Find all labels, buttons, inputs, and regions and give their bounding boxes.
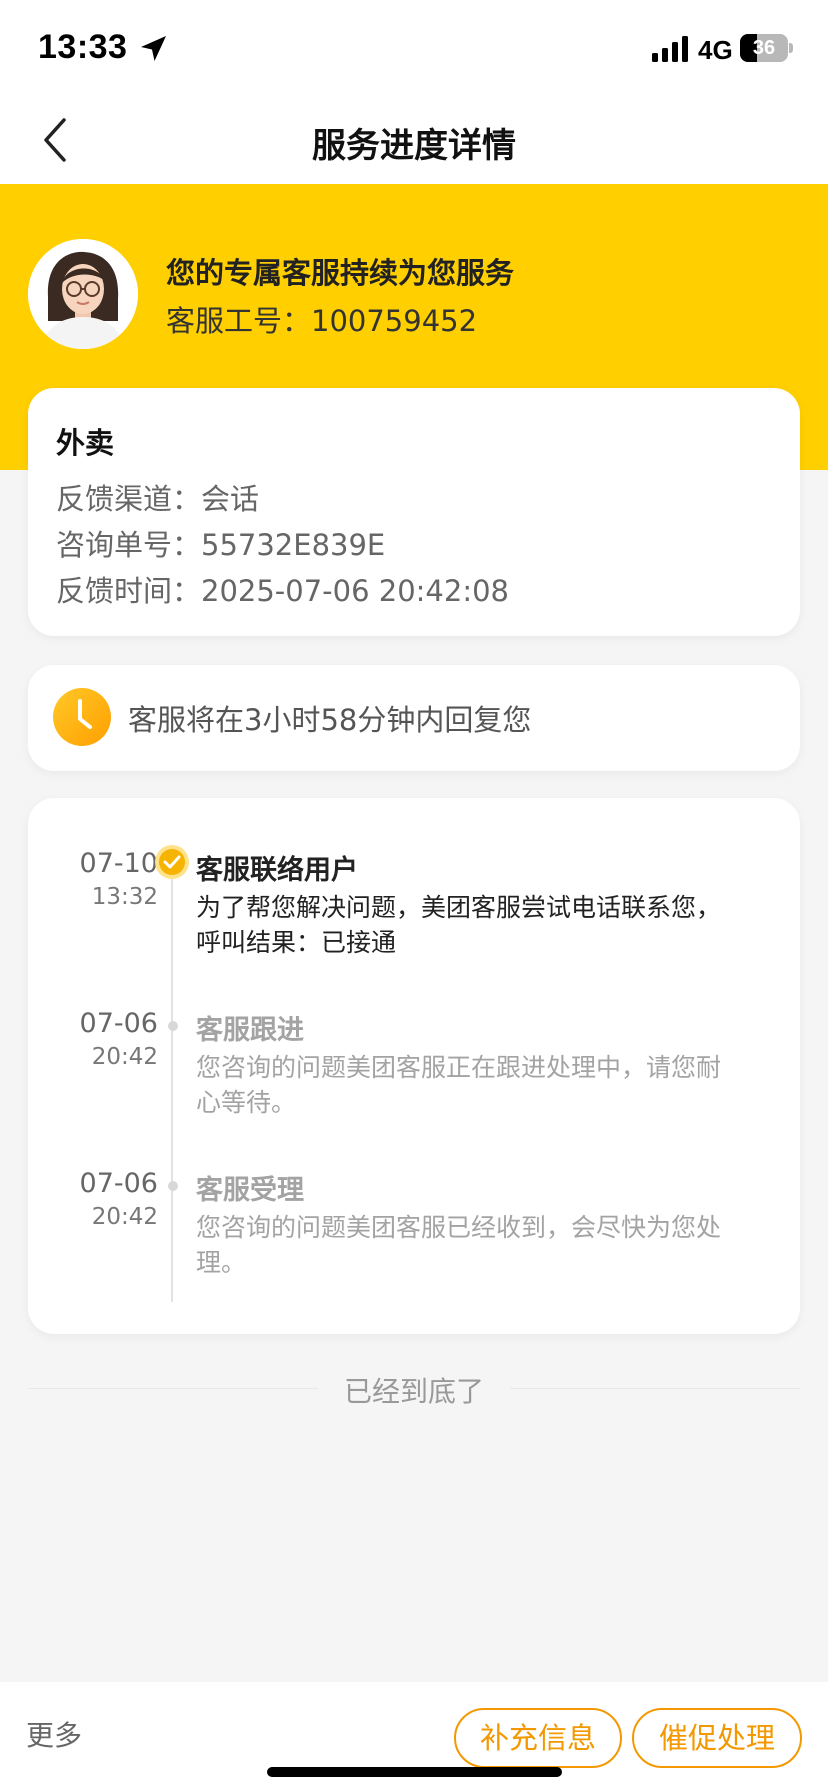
page-title: 服务进度详情	[312, 126, 516, 166]
timeline-time: 20:42	[91, 1204, 158, 1230]
nav-bar: 服务进度详情	[0, 96, 828, 184]
feedback-time-row: 反馈时间：2025-07-06 20:42:08	[56, 574, 509, 608]
home-indicator	[267, 1767, 562, 1777]
timeline-time: 20:42	[91, 1044, 158, 1070]
agent-title: 您的专属客服持续为您服务	[166, 256, 515, 290]
timeline-description: 您咨询的问题美团客服已经收到，会尽快为您处 理。	[196, 1213, 722, 1277]
progress-timeline-card: 07-10 13:32 客服联络用户 为了帮您解决问题，美团客服尝试电话联系您，…	[28, 798, 800, 1334]
timeline-date: 07-06	[79, 1168, 158, 1199]
timeline-dot	[168, 1181, 178, 1191]
timeline-line	[171, 878, 173, 1302]
feedback-channel-row: 反馈渠道：会话	[56, 482, 260, 516]
check-circle-icon	[155, 845, 189, 879]
timeline-date: 07-10	[79, 848, 158, 879]
battery-icon: 36	[740, 34, 793, 62]
status-time: 13:33	[38, 28, 128, 66]
status-bar: 13:33 4G 36	[0, 0, 828, 96]
battery-percent: 36	[752, 37, 776, 59]
reply-timer-card: 客服将在3小时58分钟内回复您	[28, 665, 800, 771]
supplement-info-button[interactable]: 补充信息	[454, 1708, 622, 1768]
more-button[interactable]: 更多	[26, 1714, 82, 1754]
reply-timer-text: 客服将在3小时58分钟内回复您	[128, 703, 532, 737]
timeline-description: 您咨询的问题美团客服正在跟进处理中，请您耐 心等待。	[196, 1053, 722, 1117]
agent-id: 客服工号：100759452	[166, 304, 478, 338]
timeline-time: 13:32	[91, 884, 158, 910]
timeline-title: 客服受理	[196, 1175, 304, 1206]
timeline-title: 客服联络用户	[196, 855, 358, 886]
feedback-info-card: 外卖 反馈渠道：会话 咨询单号：55732E839E 反馈时间：2025-07-…	[28, 388, 800, 636]
timeline-date: 07-06	[79, 1008, 158, 1039]
network-type: 4G	[698, 35, 733, 65]
order-number-row: 咨询单号：55732E839E	[56, 528, 386, 562]
urge-processing-button[interactable]: 催促处理	[632, 1708, 802, 1768]
clock-icon	[53, 688, 111, 746]
timeline-title: 客服跟进	[196, 1015, 304, 1046]
timeline-dot	[168, 1021, 178, 1031]
category-title: 外卖	[56, 426, 115, 460]
end-of-list-text: 已经到底了	[343, 1375, 484, 1408]
agent-avatar	[28, 239, 138, 349]
bottom-action-bar: 更多 补充信息 催促处理	[0, 1682, 828, 1792]
signal-icon	[652, 36, 688, 62]
location-arrow-icon	[141, 36, 166, 61]
timeline-description: 为了帮您解决问题，美团客服尝试电话联系您， 呼叫结果：已接通	[196, 893, 722, 957]
